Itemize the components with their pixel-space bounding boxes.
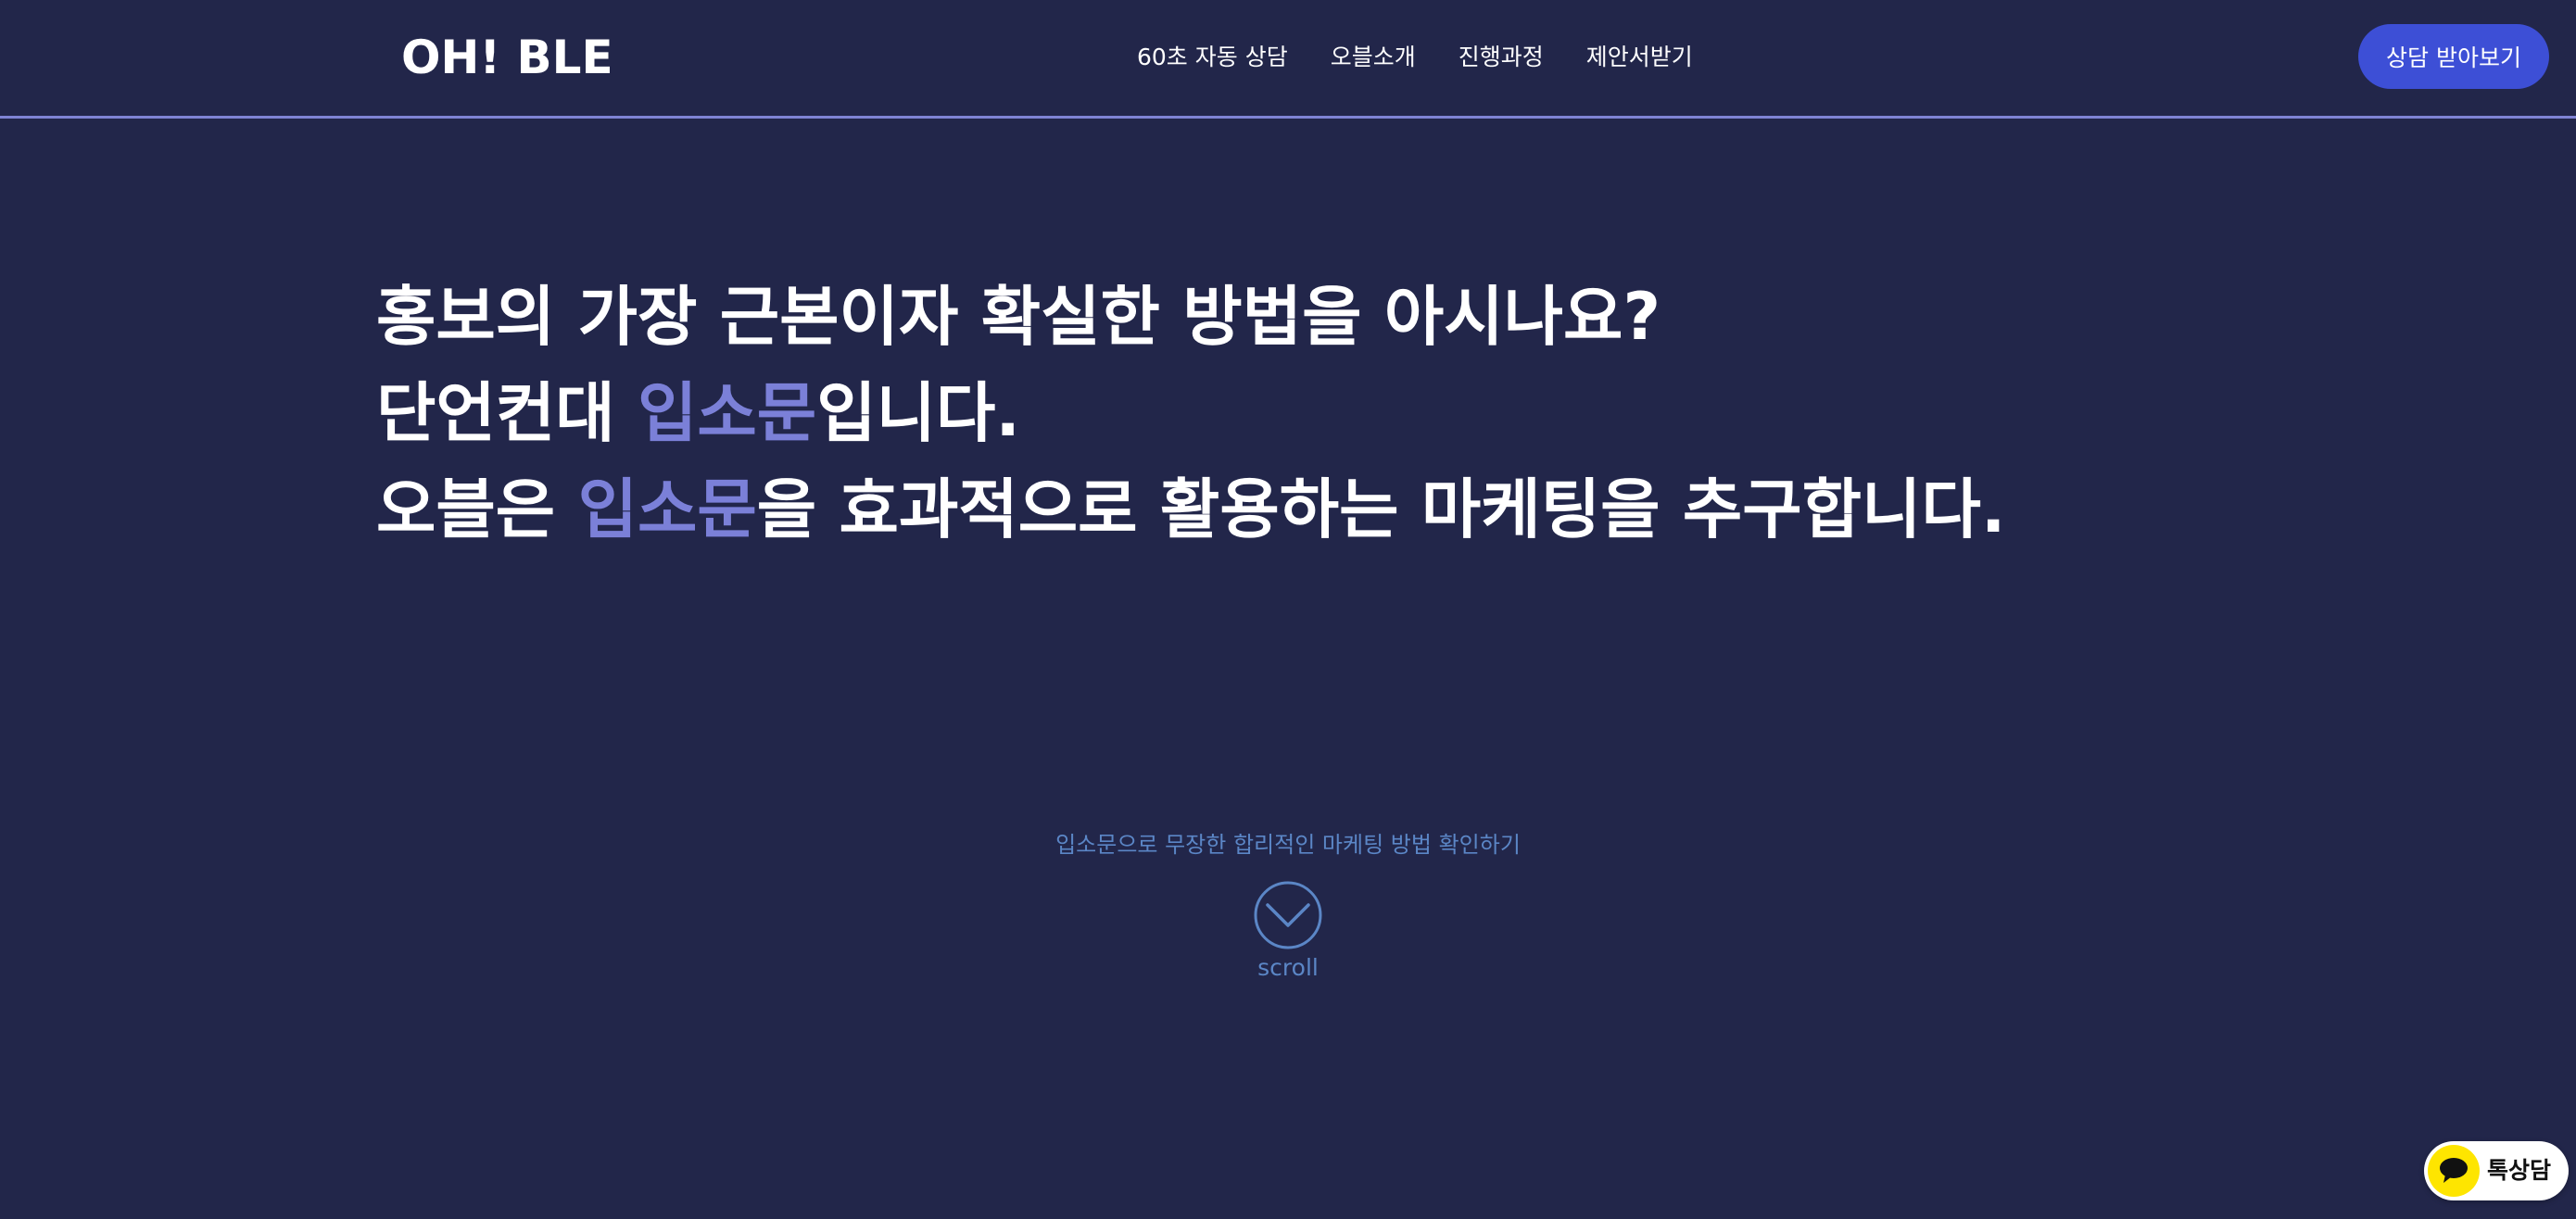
kakao-chat-button[interactable]: 톡상담: [2424, 1141, 2569, 1200]
scroll-label: scroll: [1257, 954, 1319, 981]
kakao-chat-label: 톡상담: [2487, 1157, 2552, 1184]
speech-bubble-icon: [2440, 1158, 2468, 1183]
logo[interactable]: OH! BLE: [401, 30, 613, 85]
kakao-icon-circle: [2428, 1145, 2480, 1197]
nav-item-about[interactable]: 오블소개: [1331, 41, 1416, 74]
scroll-caption[interactable]: 입소문으로 무장한 합리적인 마케팅 방법 확인하기: [0, 828, 2576, 861]
main-nav: 60초 자동 상담 오블소개 진행과정 제안서받기: [1137, 41, 1693, 74]
nav-item-process[interactable]: 진행과정: [1458, 41, 1544, 74]
hero-line-2-suffix: 입니다.: [816, 375, 1020, 451]
nav-item-proposal[interactable]: 제안서받기: [1586, 41, 1693, 74]
hero-line-3: 오블은 입소문을 효과적으로 활용하는 마케팅을 추구합니다.: [376, 461, 2005, 558]
hero-line-1: 홍보의 가장 근본이자 확실한 방법을 아시나요?: [376, 279, 1661, 355]
hero-line-2: 단언컨대 입소문입니다.: [376, 365, 2005, 461]
chevron-down-circle-icon[interactable]: [1253, 880, 1323, 950]
scroll-indicator: 입소문으로 무장한 합리적인 마케팅 방법 확인하기 scroll: [0, 828, 2576, 984]
hero-line-2-accent: 입소문: [637, 375, 817, 451]
site-header: OH! BLE 60초 자동 상담 오블소개 진행과정 제안서받기 상담 받아보…: [0, 0, 2576, 119]
hero-line-3-suffix: 을 효과적으로 활용하는 마케팅을 추구합니다.: [756, 471, 2006, 547]
nav-item-auto-consult[interactable]: 60초 자동 상담: [1137, 41, 1288, 74]
landing-page: OH! BLE 60초 자동 상담 오블소개 진행과정 제안서받기 상담 받아보…: [0, 0, 2576, 1219]
consult-button[interactable]: 상담 받아보기: [2358, 24, 2549, 89]
hero-section: 홍보의 가장 근본이자 확실한 방법을 아시나요? 단언컨대 입소문입니다. 오…: [376, 269, 2005, 558]
hero-line-3-prefix: 오블은: [376, 471, 578, 547]
hero-line-3-accent: 입소문: [577, 471, 757, 547]
hero-line-2-prefix: 단언컨대: [376, 375, 638, 451]
